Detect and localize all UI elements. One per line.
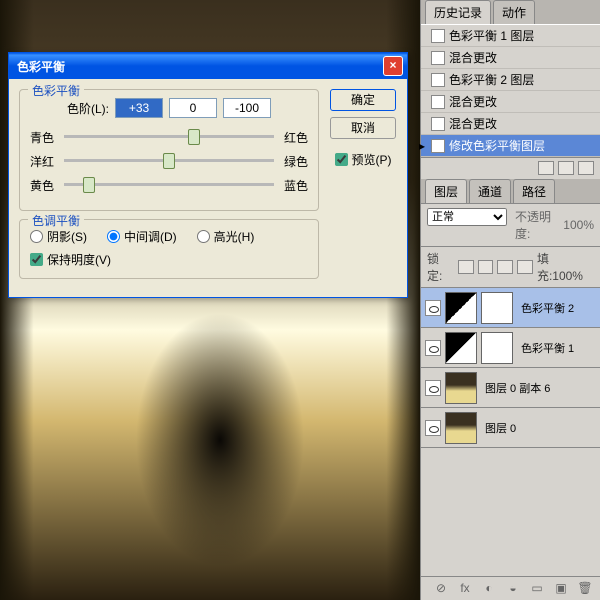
fx-icon[interactable]: fx — [456, 581, 474, 597]
folder-icon[interactable]: ▭ — [528, 581, 546, 597]
visibility-icon[interactable] — [425, 300, 441, 316]
color-balance-dialog: 色彩平衡 × 色彩平衡 色阶(L): 青色 红色 洋红 — [8, 52, 408, 298]
layer-row[interactable]: 色彩平衡 2 — [421, 288, 600, 328]
lock-transparency-icon[interactable] — [458, 260, 474, 274]
trash-icon[interactable] — [578, 161, 594, 175]
lock-pixels-icon[interactable] — [478, 260, 494, 274]
mask-thumb — [481, 332, 513, 364]
layer-name: 图层 0 — [481, 420, 596, 436]
tab-layers[interactable]: 图层 — [425, 179, 467, 203]
adjustment-thumb — [445, 292, 477, 324]
cyan-red-slider[interactable] — [64, 128, 274, 146]
layers-tabbar: 图层 通道 路径 — [421, 179, 600, 203]
slider-left-label: 青色 — [30, 129, 58, 146]
layer-row[interactable]: 图层 0 — [421, 408, 600, 448]
layer-name: 图层 0 副本 6 — [481, 380, 596, 396]
layer-list: 色彩平衡 2 色彩平衡 1 图层 0 副本 6 图层 0 — [421, 288, 600, 448]
fill-label: 填充: — [537, 252, 552, 283]
snapshot-icon[interactable] — [538, 161, 554, 175]
shadows-radio[interactable]: 阴影(S) — [30, 228, 87, 245]
tone-balance-group: 色调平衡 阴影(S) 中间调(D) 高光(H) 保持明度(V) — [19, 219, 319, 279]
document-icon — [431, 95, 445, 109]
lock-row: 锁定: 填充:100% — [421, 247, 600, 288]
slider-right-label: 红色 — [280, 129, 308, 146]
document-icon — [431, 73, 445, 87]
layers-footer: ⊘ fx ◐ ◒ ▭ ▣ 🗑 — [421, 576, 600, 600]
document-icon — [431, 29, 445, 43]
dialog-title: 色彩平衡 — [17, 58, 383, 75]
slider-left-label: 洋红 — [30, 153, 58, 170]
dialog-titlebar[interactable]: 色彩平衡 × — [9, 53, 407, 79]
midtones-radio[interactable]: 中间调(D) — [107, 228, 177, 245]
slider-left-label: 黄色 — [30, 177, 58, 194]
history-item[interactable]: 色彩平衡 1 图层 — [421, 25, 600, 47]
opacity-value[interactable]: 100% — [563, 218, 594, 232]
layer-name: 色彩平衡 1 — [517, 340, 596, 356]
level-input-2[interactable] — [169, 98, 217, 118]
tab-channels[interactable]: 通道 — [469, 179, 511, 203]
preview-checkbox[interactable]: 预览(P) — [335, 151, 392, 168]
slider-right-label: 绿色 — [280, 153, 308, 170]
history-list: 色彩平衡 1 图层 混合更改 色彩平衡 2 图层 混合更改 混合更改 修改色彩平… — [421, 24, 600, 157]
level-input-1[interactable] — [115, 98, 163, 118]
tab-history[interactable]: 历史记录 — [425, 0, 491, 24]
layer-name: 色彩平衡 2 — [517, 300, 596, 316]
layers-options: 正常 不透明度:100% — [421, 203, 600, 247]
history-tabbar: 历史记录 动作 — [421, 0, 600, 24]
image-thumb — [445, 372, 477, 404]
history-item[interactable]: 修改色彩平衡图层 — [421, 135, 600, 157]
new-doc-icon[interactable] — [558, 161, 574, 175]
group-legend: 色调平衡 — [28, 212, 84, 229]
link-icon[interactable]: ⊘ — [432, 581, 450, 597]
close-icon[interactable]: × — [383, 56, 403, 76]
layer-row[interactable]: 图层 0 副本 6 — [421, 368, 600, 408]
document-icon — [431, 139, 445, 153]
history-item[interactable]: 色彩平衡 2 图层 — [421, 69, 600, 91]
yellow-blue-slider[interactable] — [64, 176, 274, 194]
tab-paths[interactable]: 路径 — [513, 179, 555, 203]
slider-right-label: 蓝色 — [280, 177, 308, 194]
new-layer-icon[interactable]: ▣ — [552, 581, 570, 597]
history-item[interactable]: 混合更改 — [421, 47, 600, 69]
trash-icon[interactable]: 🗑 — [576, 581, 594, 597]
document-icon — [431, 51, 445, 65]
visibility-icon[interactable] — [425, 420, 441, 436]
ok-button[interactable]: 确定 — [330, 89, 396, 111]
adjustment-thumb — [445, 332, 477, 364]
document-icon — [431, 117, 445, 131]
mask-thumb — [481, 292, 513, 324]
magenta-green-slider[interactable] — [64, 152, 274, 170]
color-balance-group: 色彩平衡 色阶(L): 青色 红色 洋红 绿色 — [19, 89, 319, 211]
blend-mode-select[interactable]: 正常 — [427, 208, 507, 226]
cancel-button[interactable]: 取消 — [330, 117, 396, 139]
panels-dock: 历史记录 动作 色彩平衡 1 图层 混合更改 色彩平衡 2 图层 混合更改 混合… — [420, 0, 600, 600]
mask-icon[interactable]: ◐ — [480, 581, 498, 597]
lock-label: 锁定: — [427, 250, 454, 284]
highlights-radio[interactable]: 高光(H) — [197, 228, 255, 245]
layer-row[interactable]: 色彩平衡 1 — [421, 328, 600, 368]
visibility-icon[interactable] — [425, 380, 441, 396]
preserve-luminosity-checkbox[interactable]: 保持明度(V) — [30, 251, 308, 268]
fill-value[interactable]: 100% — [552, 269, 583, 283]
adjustment-icon[interactable]: ◒ — [504, 581, 522, 597]
history-footer — [421, 157, 600, 179]
visibility-icon[interactable] — [425, 340, 441, 356]
tab-actions[interactable]: 动作 — [493, 0, 535, 24]
level-label: 色阶(L): — [67, 100, 109, 117]
level-input-3[interactable] — [223, 98, 271, 118]
opacity-label: 不透明度: — [515, 208, 561, 242]
image-thumb — [445, 412, 477, 444]
history-item[interactable]: 混合更改 — [421, 113, 600, 135]
lock-position-icon[interactable] — [497, 260, 513, 274]
lock-all-icon[interactable] — [517, 260, 533, 274]
group-legend: 色彩平衡 — [28, 82, 84, 99]
history-item[interactable]: 混合更改 — [421, 91, 600, 113]
